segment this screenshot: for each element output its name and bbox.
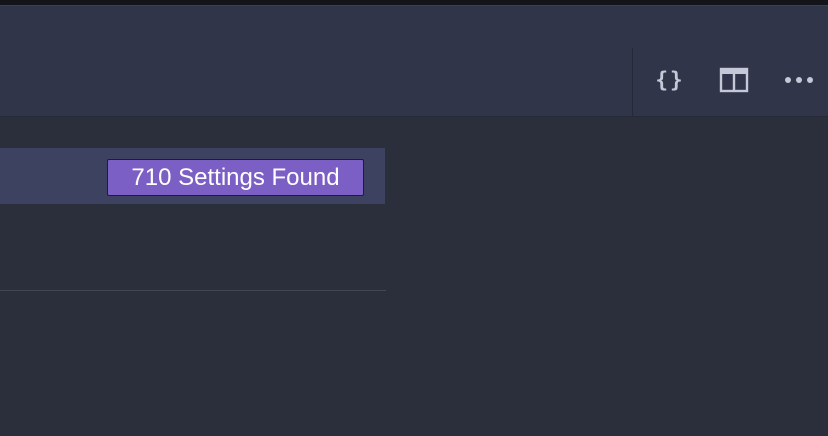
editor-tab-bar xyxy=(0,6,828,117)
section-divider xyxy=(0,290,386,291)
braces-icon: {} xyxy=(655,68,685,92)
tab-bar-divider xyxy=(632,48,633,116)
open-settings-json-button[interactable]: {} xyxy=(652,62,688,98)
ellipsis-icon xyxy=(785,77,813,83)
split-editor-icon xyxy=(719,67,749,93)
split-editor-button[interactable] xyxy=(716,62,752,98)
more-actions-button[interactable] xyxy=(781,62,817,98)
settings-count-badge: 710 Settings Found xyxy=(107,159,364,196)
